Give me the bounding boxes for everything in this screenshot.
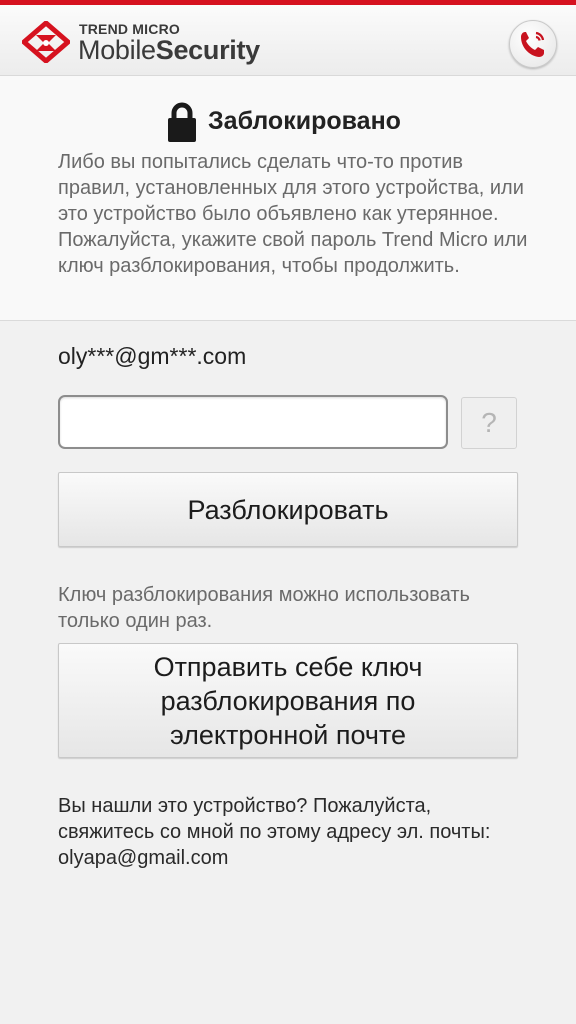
locked-title: Заблокировано bbox=[208, 107, 401, 135]
lock-icon bbox=[168, 102, 196, 142]
send-unlock-key-button[interactable]: Отправить себе ключ разблокирования по э… bbox=[58, 643, 518, 758]
password-input[interactable] bbox=[58, 395, 448, 449]
trend-micro-logo-icon bbox=[22, 21, 70, 63]
send-unlock-key-label: Отправить себе ключ разблокирования по э… bbox=[153, 651, 423, 750]
unlock-button[interactable]: Разблокировать bbox=[58, 472, 518, 547]
unlock-key-note: Ключ разблокирования можно использовать … bbox=[58, 584, 470, 632]
found-device-note: Вы нашли это устройство? Пожалуйста, свя… bbox=[58, 795, 491, 869]
brand-title: MobileSecurity bbox=[78, 35, 260, 65]
phone-call-icon bbox=[521, 31, 545, 57]
help-button[interactable]: ? bbox=[461, 397, 517, 449]
locked-description: Либо вы попытались сделать что-то против… bbox=[58, 151, 528, 277]
app-header: TREND MICRO MobileSecurity bbox=[0, 5, 576, 76]
emergency-call-button[interactable] bbox=[509, 20, 557, 68]
masked-account-email: oly***@gm***.com bbox=[58, 343, 247, 369]
